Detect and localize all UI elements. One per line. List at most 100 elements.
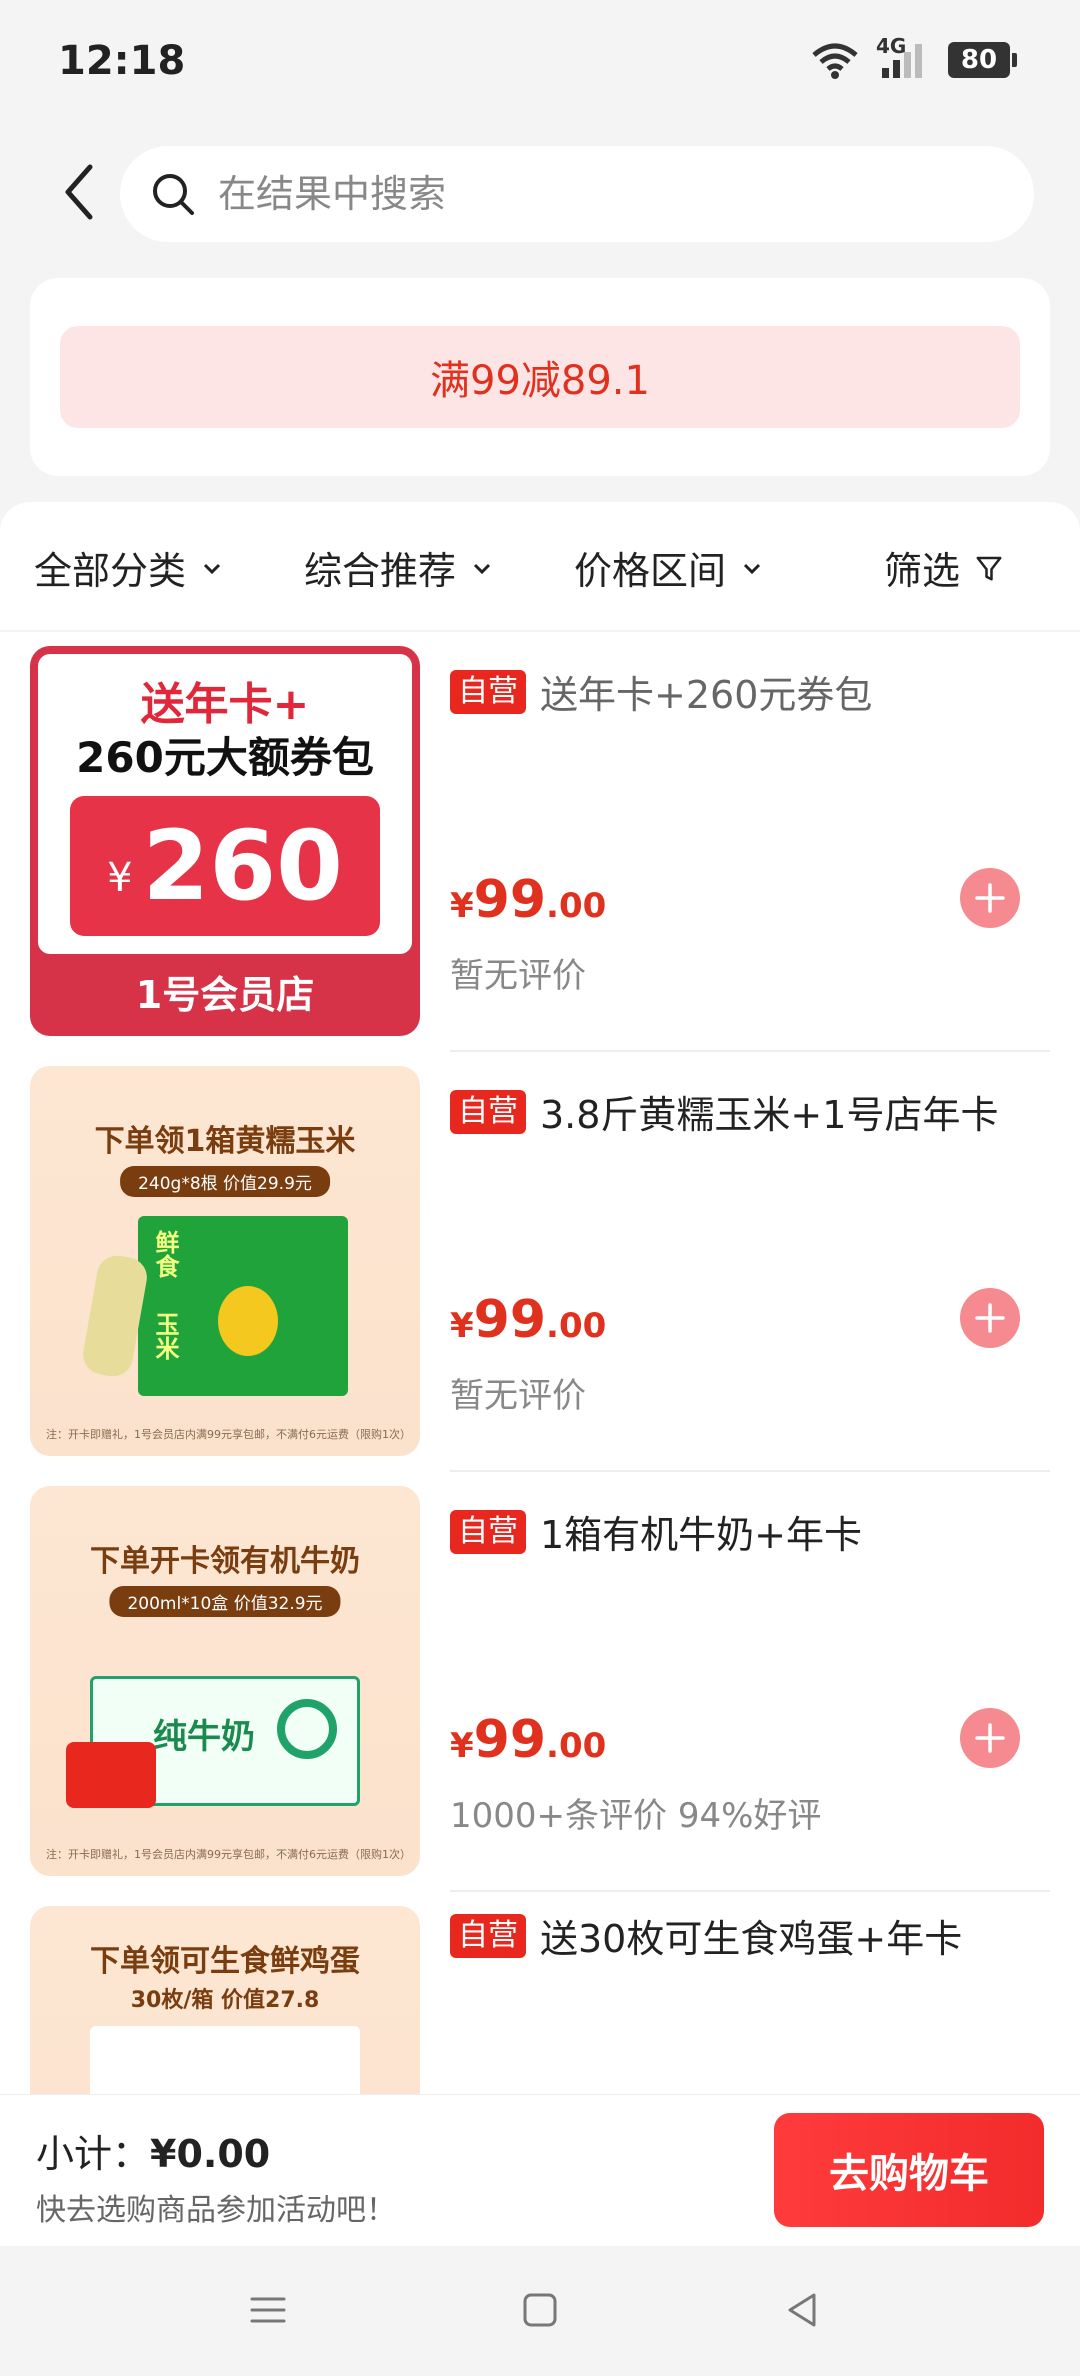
product-price: ¥ 99 .00 [450, 1710, 606, 1770]
filter-price-range[interactable]: 价格区间 [574, 540, 764, 595]
title-row: 自营 1箱有机牛奶+年卡 [450, 1504, 862, 1559]
filter-label: 价格区间 [574, 549, 727, 593]
price-symbol: ¥ [450, 886, 474, 926]
promo-hint: 快去选购商品参加活动吧！ [36, 2193, 396, 2228]
thumb-sub: 30枚/箱 价值27.8 [130, 1988, 320, 2013]
thumb-note: 注：开卡即赠礼，1号会员店内满99元享包邮，不满付6元运费（限购1次） [46, 1428, 411, 1441]
product-item[interactable]: 下单开卡领有机牛奶 200ml*10盒 价值32.9元 纯牛奶 注：开卡即赠礼，… [0, 1472, 1080, 1892]
box-text-b: 玉米 [151, 1312, 179, 1360]
menu-icon [250, 2297, 286, 2323]
product-info: 自营 1箱有机牛奶+年卡 ¥ 99 .00 1000+条评价 94%好评 [450, 1472, 1050, 1892]
filter-all-categories[interactable]: 全部分类 [34, 540, 224, 595]
subtotal-label: 小计： [36, 2132, 151, 2176]
filter-sort[interactable]: 综合推荐 [304, 540, 494, 595]
go-to-cart-button[interactable]: 去购物车 [774, 2113, 1044, 2227]
thumb-line1: 送年卡+ [140, 679, 310, 730]
status-icons: 4G 80 [810, 34, 1017, 80]
plus-icon [975, 1723, 1005, 1753]
filter-bar: 全部分类 综合推荐 价格区间 筛选 [0, 502, 1080, 630]
box-text-a: 鲜食 [151, 1230, 179, 1278]
wifi-icon [812, 43, 858, 79]
box-text: 纯牛奶 [153, 1717, 255, 1757]
self-operated-badge: 自营 [450, 1089, 526, 1134]
title-row: 自营 送30枚可生食鸡蛋+年卡 [450, 1908, 962, 1963]
filter-label: 筛选 [884, 549, 961, 593]
product-item[interactable]: 送年卡+ 260元大额券包 ¥ 260 1号会员店 自营 送年卡+260元券包 … [0, 632, 1080, 1052]
nav-back-button[interactable] [776, 2284, 828, 2336]
product-title[interactable]: 1箱有机牛奶+年卡 [540, 1504, 862, 1559]
filter-screen[interactable]: 筛选 [884, 540, 1004, 595]
product-list: 送年卡+ 260元大额券包 ¥ 260 1号会员店 自营 送年卡+260元券包 … [0, 632, 1080, 2094]
product-title[interactable]: 送年卡+260元券包 [540, 664, 872, 719]
nav-home-button[interactable] [514, 2284, 566, 2336]
thumb-note: 注：开卡即赠礼，1号会员店内满99元享包邮，不满付6元运费（限购1次） [46, 1848, 411, 1861]
store-logo-text: 1号会员店 [135, 973, 315, 1017]
plus-icon [975, 883, 1005, 913]
price-integer: 99 [473, 1710, 547, 1770]
chevron-down-icon [473, 563, 491, 574]
product-price: ¥ 99 .00 [450, 870, 606, 930]
chevron-down-icon [743, 563, 761, 574]
review-summary: 暂无评价 [450, 956, 586, 996]
filter-funnel-icon [976, 556, 1002, 580]
price-decimal: .00 [546, 1726, 607, 1766]
corn-box-graphic: 鲜食 玉米 [138, 1216, 348, 1396]
price-symbol: ¥ [450, 1306, 474, 1346]
product-image[interactable]: 下单开卡领有机牛奶 200ml*10盒 价值32.9元 纯牛奶 注：开卡即赠礼，… [30, 1486, 420, 1876]
square-home-icon [523, 2293, 557, 2327]
review-summary: 1000+条评价 94%好评 [450, 1796, 822, 1836]
bottom-cart-bar: 小计：¥0.00 快去选购商品参加活动吧！ 去购物车 [0, 2094, 1080, 2246]
price-integer: 99 [473, 870, 547, 930]
thumb-headline: 下单领可生食鲜鸡蛋 [90, 1944, 360, 1979]
thumb-sub: 240g*8根 价值29.9元 [120, 1166, 330, 1197]
product-item[interactable]: 下单领可生食鲜鸡蛋 30枚/箱 价值27.8 自营 送30枚可生食鸡蛋+年卡 [0, 1892, 1080, 2094]
search-input[interactable] [218, 172, 978, 216]
plus-icon [975, 1303, 1005, 1333]
product-info: 自营 送年卡+260元券包 ¥ 99 .00 暂无评价 [450, 632, 1050, 1052]
self-operated-badge: 自营 [450, 1913, 526, 1958]
add-to-cart-button[interactable] [960, 1288, 1020, 1348]
battery-indicator: 80 [948, 42, 1017, 78]
review-summary: 暂无评价 [450, 1376, 586, 1416]
add-to-cart-button[interactable] [960, 1708, 1020, 1768]
coupon-symbol: ¥ [107, 855, 133, 901]
title-row: 自营 3.8斤黄糯玉米+1号店年卡 [450, 1084, 998, 1139]
subtotal-amount: ¥0.00 [150, 2132, 271, 2176]
price-integer: 99 [473, 1290, 547, 1350]
product-info: 自营 送30枚可生食鸡蛋+年卡 [450, 1892, 1050, 2094]
thumb-sub: 200ml*10盒 价值32.9元 [109, 1586, 341, 1617]
status-bar: 12:18 4G 80 [0, 0, 1080, 125]
search-icon [153, 174, 194, 215]
promo-card: 满99减89.1 [30, 278, 1050, 476]
subtotal: 小计：¥0.00 [36, 2123, 270, 2178]
filter-label: 综合推荐 [304, 549, 457, 593]
product-image[interactable]: 送年卡+ 260元大额券包 ¥ 260 1号会员店 [30, 646, 420, 1036]
price-decimal: .00 [546, 886, 607, 926]
search-bar[interactable] [120, 146, 1034, 242]
self-operated-badge: 自营 [450, 1509, 526, 1554]
coupon-graphic: ¥ 260 [70, 796, 380, 936]
status-time: 12:18 [58, 38, 186, 84]
back-button[interactable] [56, 160, 100, 224]
price-decimal: .00 [546, 1306, 607, 1346]
add-to-cart-button[interactable] [960, 868, 1020, 928]
product-image[interactable]: 下单领1箱黄糯玉米 240g*8根 价值29.9元 鲜食 玉米 注：开卡即赠礼，… [30, 1066, 420, 1456]
product-title[interactable]: 3.8斤黄糯玉米+1号店年卡 [540, 1084, 998, 1139]
self-operated-badge: 自营 [450, 669, 526, 714]
title-row: 自营 送年卡+260元券包 [450, 664, 872, 719]
product-info: 自营 3.8斤黄糯玉米+1号店年卡 ¥ 99 .00 暂无评价 [450, 1052, 1050, 1472]
price-symbol: ¥ [450, 1726, 474, 1766]
chevron-down-icon [203, 563, 221, 574]
cellular-signal-icon: 4G [876, 34, 930, 80]
nav-menu-button[interactable] [242, 2284, 294, 2336]
thumb-line2: 260元大额券包 [76, 733, 374, 782]
promo-banner[interactable]: 满99减89.1 [60, 326, 1020, 428]
thumb-headline: 下单领1箱黄糯玉米 [94, 1124, 356, 1159]
product-image[interactable]: 下单领可生食鲜鸡蛋 30枚/箱 价值27.8 [30, 1906, 420, 2094]
coupon-value: 260 [142, 810, 343, 922]
product-title[interactable]: 送30枚可生食鸡蛋+年卡 [540, 1908, 962, 1963]
system-nav-bar [0, 2246, 1080, 2376]
chevron-left-icon [65, 164, 93, 220]
product-item[interactable]: 下单领1箱黄糯玉米 240g*8根 价值29.9元 鲜食 玉米 注：开卡即赠礼，… [0, 1052, 1080, 1472]
triangle-back-icon [788, 2293, 816, 2327]
